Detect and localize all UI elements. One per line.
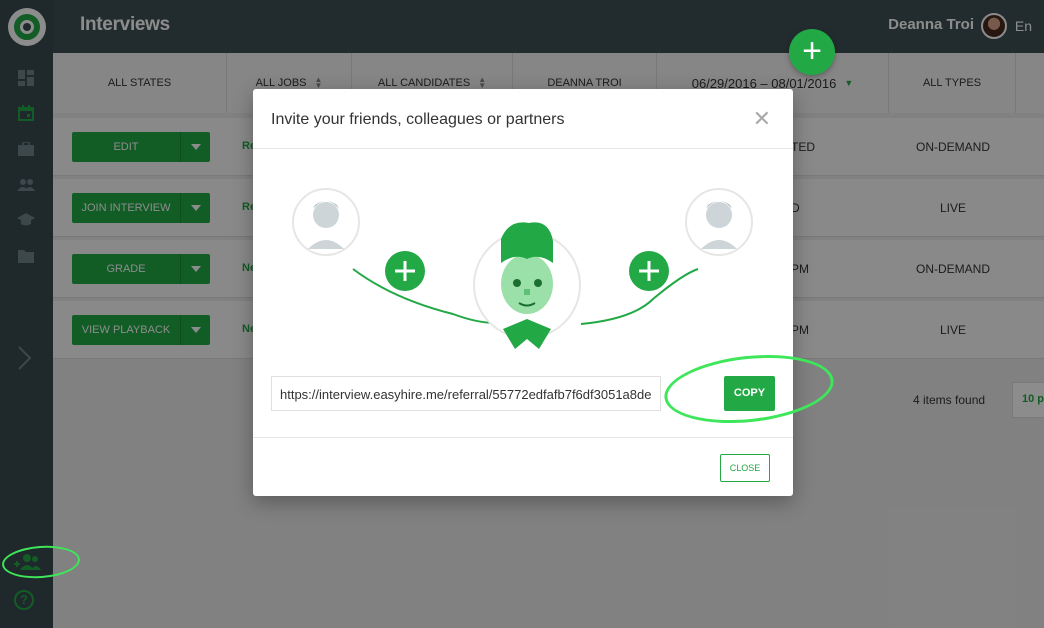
close-button[interactable]: CLOSE [720,454,770,482]
divider [253,148,793,149]
modal-title: Invite your friends, colleagues or partn… [271,111,565,128]
person-right-icon [685,188,753,256]
copy-button[interactable]: COPY [724,376,775,411]
invite-modal: Invite your friends, colleagues or partn… [253,89,837,496]
referral-link-input[interactable]: https://interview.easyhire.me/referral/5… [271,376,661,411]
invite-illustration [292,188,753,349]
add-person-right-icon [629,251,669,291]
person-left-icon [292,188,360,256]
close-icon[interactable]: ✕ [753,106,771,132]
divider [253,437,793,438]
add-interview-button[interactable]: + [789,29,835,75]
person-center-icon [473,222,581,349]
add-person-left-icon [385,251,425,291]
